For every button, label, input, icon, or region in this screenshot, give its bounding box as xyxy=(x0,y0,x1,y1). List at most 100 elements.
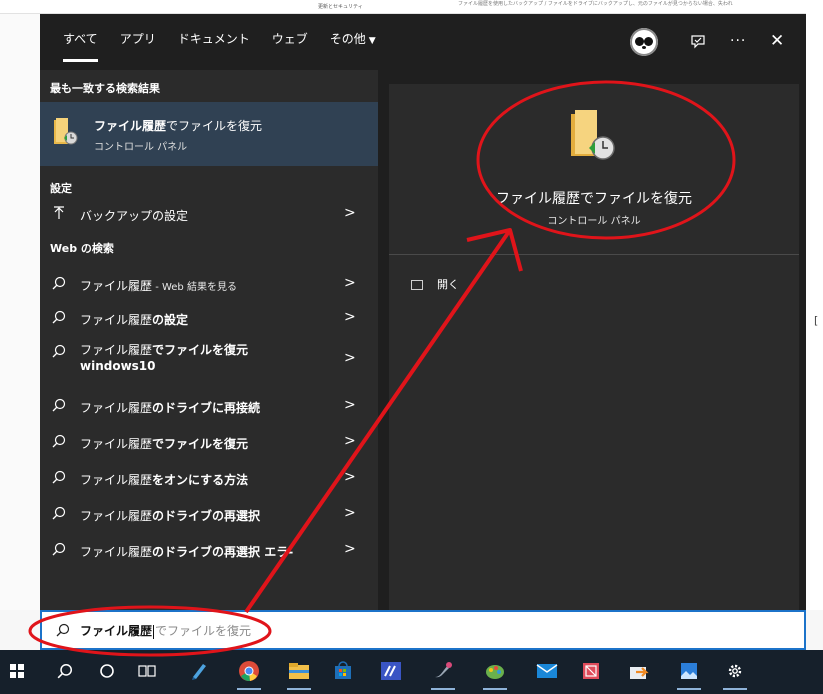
web-result-prefix: ファイル履歴 xyxy=(80,401,153,415)
tab-label: ウェブ xyxy=(271,32,308,46)
running-indicator xyxy=(431,688,455,690)
settings-item-label: バックアップの設定 xyxy=(80,209,189,223)
chevron-right-icon: > xyxy=(344,397,356,413)
chrome-icon[interactable] xyxy=(236,658,262,690)
running-indicator xyxy=(237,688,261,690)
background-doc-text-right: ファイル履歴を使用したバックアップ / ファイルをドライブにバックアップし、元の… xyxy=(458,1,733,7)
search-icon xyxy=(52,276,66,290)
file-history-folder-icon xyxy=(571,110,615,160)
background-right: [ xyxy=(806,0,823,610)
section-settings: 設定 xyxy=(50,182,72,195)
taskbar xyxy=(0,650,823,694)
tab-all[interactable]: すべて xyxy=(52,32,109,62)
running-indicator xyxy=(483,688,507,690)
chevron-right-icon: > xyxy=(344,275,356,291)
photos-icon[interactable] xyxy=(676,658,702,690)
close-icon[interactable]: ✕ xyxy=(770,31,784,51)
web-result-label: ファイル履歴でファイルを復元 xyxy=(80,435,248,452)
open-action[interactable]: 開く xyxy=(411,276,459,292)
tab-apps[interactable]: アプリ xyxy=(109,32,167,62)
web-result-item[interactable]: ファイル履歴でファイルを復元 windows10 > xyxy=(40,336,378,380)
running-indicator xyxy=(677,688,701,690)
web-result-label: ファイル履歴のドライブに再接続 xyxy=(80,399,260,416)
preview-subtitle: コントロール パネル xyxy=(547,216,641,227)
search-icon xyxy=(52,344,66,358)
start-search-menu: すべて アプリ ドキュメント ウェブ その他 ▼ ··· ✕ 最も一致する検索結果 xyxy=(40,14,806,610)
web-result-bold: でファイルを復元 xyxy=(152,343,249,357)
menu-top-bar: すべて アプリ ドキュメント ウェブ その他 ▼ ··· ✕ xyxy=(40,14,806,70)
text-caret xyxy=(153,624,155,639)
best-match-item[interactable]: ファイル履歴でファイルを復元 コントロール パネル xyxy=(40,102,378,166)
web-result-bold: の設定 xyxy=(152,313,189,327)
web-result-bold: でファイルを復元 xyxy=(152,437,249,451)
chevron-right-icon: > xyxy=(344,505,356,521)
tab-documents[interactable]: ドキュメント xyxy=(167,32,261,62)
web-result-item[interactable]: ファイル履歴のドライブの再選択 > xyxy=(40,498,378,530)
chevron-right-icon: > xyxy=(344,433,356,449)
web-result-bold: のドライブの再選択 xyxy=(152,509,261,523)
avatar[interactable] xyxy=(630,28,658,56)
web-result-label: ファイル履歴の設定 xyxy=(80,311,188,328)
store-icon[interactable] xyxy=(330,658,356,684)
share-icon[interactable] xyxy=(626,658,652,684)
search-box[interactable]: ファイル履歴 でファイルを復元 xyxy=(40,610,806,650)
tab-more[interactable]: その他 ▼ xyxy=(319,32,387,62)
search-icon xyxy=(52,434,66,448)
web-result-label: ファイル履歴 - Web 結果を見る xyxy=(80,277,237,294)
screen: 更新とセキュリティ ファイル履歴を使用したバックアップ / ファイルをドライブに… xyxy=(0,0,823,694)
chevron-right-icon: > xyxy=(344,309,356,325)
app-blue-icon[interactable] xyxy=(378,658,404,684)
web-result-label: ファイル履歴のドライブの再選択 xyxy=(80,507,260,524)
web-result-label: ファイル履歴のドライブの再選択 エラ- xyxy=(80,543,293,560)
search-typed-text: ファイル履歴 xyxy=(80,624,153,638)
tab-label: その他 xyxy=(329,32,366,46)
paint-palette-icon[interactable] xyxy=(482,658,508,690)
section-best-match: 最も一致する検索結果 xyxy=(50,82,160,95)
notepad-icon[interactable] xyxy=(186,658,212,684)
tab-label: アプリ xyxy=(119,32,156,46)
chevron-right-icon: > xyxy=(344,205,356,221)
web-result-item[interactable]: ファイル履歴 - Web 結果を見る > xyxy=(40,268,378,300)
web-result-item[interactable]: ファイル履歴の設定 > xyxy=(40,302,378,334)
search-icon[interactable] xyxy=(52,658,78,684)
web-result-item[interactable]: ファイル履歴のドライブに再接続 > xyxy=(40,390,378,422)
web-result-item[interactable]: ファイル履歴のドライブの再選択 エラ- > xyxy=(40,534,378,566)
web-result-label: ファイル履歴でファイルを復元 windows10 xyxy=(80,342,248,374)
search-icon xyxy=(52,470,66,484)
web-result-item[interactable]: ファイル履歴をオンにする方法 > xyxy=(40,462,378,494)
background-doc-text-left: 更新とセキュリティ xyxy=(318,4,363,10)
image-editor-icon[interactable] xyxy=(578,658,604,684)
open-action-label: 開く xyxy=(437,278,459,291)
more-options-icon[interactable]: ··· xyxy=(730,33,746,49)
feedback-icon[interactable] xyxy=(690,34,706,50)
windows-start-icon[interactable] xyxy=(4,658,30,684)
search-tabs: すべて アプリ ドキュメント ウェブ その他 ▼ xyxy=(52,32,387,62)
search-autocomplete-text: でファイルを復元 xyxy=(155,624,252,638)
cortana-circle-icon[interactable] xyxy=(94,658,120,684)
backup-arrow-icon xyxy=(54,206,64,219)
settings-item-backup[interactable]: バックアップの設定 > xyxy=(40,198,378,230)
paint-tool-icon[interactable] xyxy=(430,658,456,690)
best-match-title-bold: ファイル履歴 xyxy=(94,119,167,133)
best-match-subtitle: コントロール パネル xyxy=(94,142,188,153)
chevron-right-icon: > xyxy=(344,469,356,485)
tab-web[interactable]: ウェブ xyxy=(261,32,319,62)
file-explorer-icon[interactable] xyxy=(286,658,312,690)
web-result-bold: をオンにする方法 xyxy=(152,473,249,487)
web-result-bold: のドライブの再選択 エラ- xyxy=(152,545,294,559)
mail-icon[interactable] xyxy=(534,658,560,684)
web-result-prefix: ファイル履歴 xyxy=(80,509,153,523)
web-result-prefix: ファイル履歴 xyxy=(80,545,153,559)
web-result-item[interactable]: ファイル履歴でファイルを復元 > xyxy=(40,426,378,458)
settings-icon[interactable] xyxy=(722,658,748,690)
web-result-label: ファイル履歴をオンにする方法 xyxy=(80,471,248,488)
file-history-folder-icon xyxy=(54,118,78,145)
best-match-title-rest: でファイルを復元 xyxy=(166,119,263,133)
web-result-prefix: ファイル履歴 xyxy=(80,279,153,293)
background-left xyxy=(0,14,40,610)
web-result-prefix: ファイル履歴 xyxy=(80,473,153,487)
running-indicator xyxy=(287,688,311,690)
task-view-icon[interactable] xyxy=(134,658,160,684)
search-icon xyxy=(56,623,70,637)
tab-label: ドキュメント xyxy=(177,32,250,46)
